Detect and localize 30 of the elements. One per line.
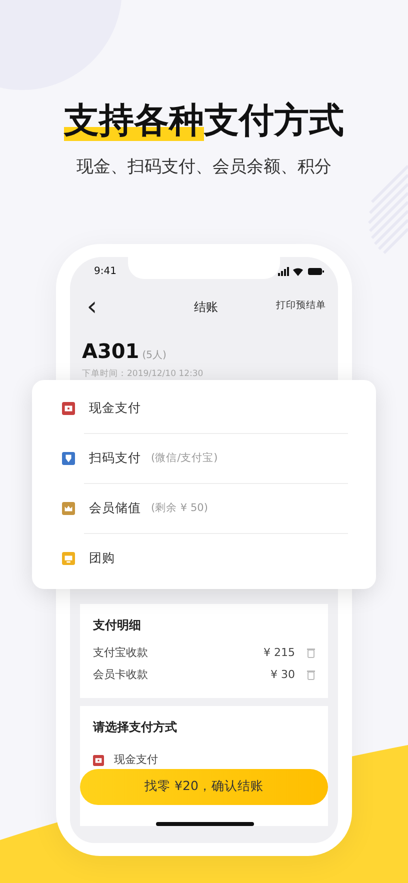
confirm-button[interactable]: 找零 ¥20，确认结账 (80, 768, 328, 804)
table-number: A301 (82, 338, 140, 364)
section-title: 支付明细 (93, 617, 142, 634)
payment-label: 支付宝收款 (93, 645, 149, 661)
status-icons (278, 266, 324, 276)
back-button[interactable]: ‹ (82, 294, 102, 320)
section-title: 请选择支付方式 (93, 719, 178, 736)
method-label: 现金支付 (114, 752, 158, 768)
guest-count: (5人) (142, 348, 166, 362)
cash-icon (93, 755, 104, 766)
amount: ¥ 30 (270, 667, 295, 683)
delete-icon[interactable] (307, 670, 315, 680)
option-note: (剩余 ¥ 50) (151, 500, 208, 516)
crown-icon (62, 502, 75, 515)
cash-icon (62, 402, 75, 415)
scan-icon (62, 452, 75, 465)
ticket-icon (62, 552, 75, 565)
payment-option[interactable]: 扫码支付 (微信/支付宝) (32, 434, 376, 483)
payment-option[interactable]: 团购 (32, 534, 376, 583)
print-link[interactable]: 打印预结单 (276, 299, 326, 314)
subtitle: 现金、扫码支付、会员余额、积分 (76, 156, 332, 179)
delete-icon[interactable] (307, 648, 315, 658)
payment-option[interactable]: 现金支付 (32, 384, 376, 433)
option-note: (微信/支付宝) (151, 450, 218, 466)
amount: ¥ 215 (264, 645, 295, 661)
payment-option[interactable]: 会员储值 (剩余 ¥ 50) (32, 484, 376, 533)
payment-label: 会员卡收款 (93, 667, 149, 683)
order-time: 下单时间：2019/12/10 12:30 (82, 368, 204, 380)
status-time: 9:41 (94, 264, 116, 278)
screen-title: 结账 (194, 298, 218, 316)
